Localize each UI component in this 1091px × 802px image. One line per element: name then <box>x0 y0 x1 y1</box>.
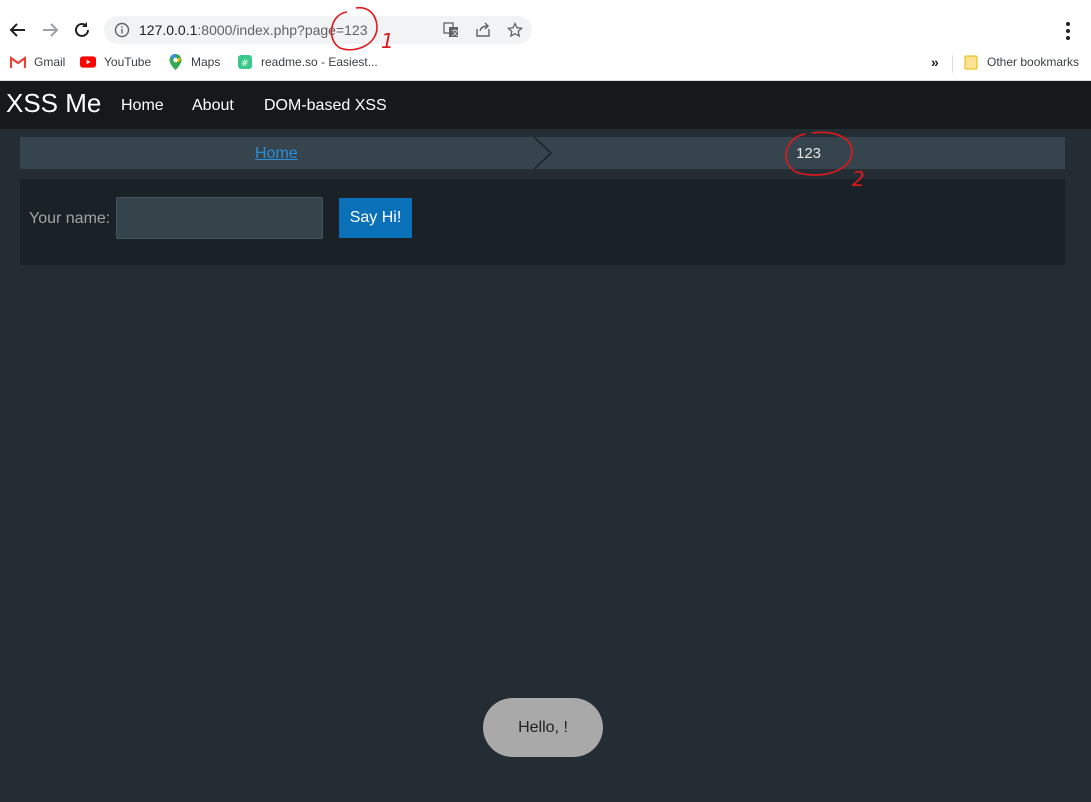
reload-icon[interactable] <box>71 17 93 43</box>
bookmark-readme[interactable]: # readme.so - Easiest... <box>237 53 378 71</box>
more-bookmarks-icon[interactable]: » <box>931 53 939 71</box>
name-input[interactable] <box>116 197 323 239</box>
say-hi-button[interactable]: Say Hi! <box>339 198 412 238</box>
share-icon[interactable] <box>474 21 492 39</box>
bookmark-star-icon[interactable] <box>506 21 524 39</box>
name-label: Your name: <box>29 210 111 227</box>
address-bar[interactable]: 127.0.0.1:8000/index.php?page=123 文 <box>104 16 532 44</box>
breadcrumb-separator-icon <box>534 137 553 169</box>
bookmark-label: YouTube <box>104 55 152 69</box>
bookmark-maps[interactable]: Maps <box>167 53 220 71</box>
forward-icon[interactable] <box>39 17 61 43</box>
folder-icon <box>963 54 979 70</box>
bookmark-label: Gmail <box>34 55 66 69</box>
other-bookmarks-label: Other bookmarks <box>987 55 1080 69</box>
breadcrumb-home-link[interactable]: Home <box>255 145 298 163</box>
nav-about[interactable]: About <box>192 97 234 115</box>
browser-menu-icon[interactable] <box>1058 20 1078 42</box>
hello-toast: Hello, ! <box>483 698 603 757</box>
bookmark-gmail[interactable]: Gmail <box>10 53 65 71</box>
greeting-form: Your name: Say Hi! <box>20 179 1065 265</box>
bookmark-label: Maps <box>191 55 221 69</box>
nav-home[interactable]: Home <box>121 97 164 115</box>
svg-text:#: # <box>241 59 249 69</box>
nav-dom-based-xss[interactable]: DOM-based XSS <box>264 97 387 115</box>
breadcrumb: Home 123 <box>20 137 1065 169</box>
readme-icon: # <box>237 54 253 70</box>
site-navbar: XSS Me Home About DOM-based XSS <box>0 81 1091 129</box>
breadcrumb-current: 123 <box>796 145 822 162</box>
site-info-icon[interactable] <box>114 22 130 38</box>
bookmarks-separator <box>952 55 953 73</box>
gmail-icon <box>10 54 26 70</box>
maps-pin-icon <box>167 54 183 70</box>
svg-text:文: 文 <box>452 28 459 37</box>
translate-icon[interactable]: 文 <box>442 21 460 39</box>
url-host: 127.0.0.1 <box>139 22 198 38</box>
other-bookmarks[interactable]: Other bookmarks <box>963 53 1079 71</box>
site-brand[interactable]: XSS Me <box>6 88 101 119</box>
bookmark-youtube[interactable]: YouTube <box>80 53 151 71</box>
url-text[interactable]: 127.0.0.1:8000/index.php?page=123 <box>139 22 368 38</box>
bookmarks-bar: Gmail YouTube Maps # readme.so - Easiest… <box>0 46 1091 81</box>
youtube-icon <box>80 54 96 70</box>
back-icon[interactable] <box>7 17 29 43</box>
url-path: :8000/index.php?page=123 <box>197 22 368 38</box>
browser-toolbar: 127.0.0.1:8000/index.php?page=123 文 <box>0 0 1091 46</box>
bookmark-label: readme.so - Easiest... <box>261 55 378 69</box>
